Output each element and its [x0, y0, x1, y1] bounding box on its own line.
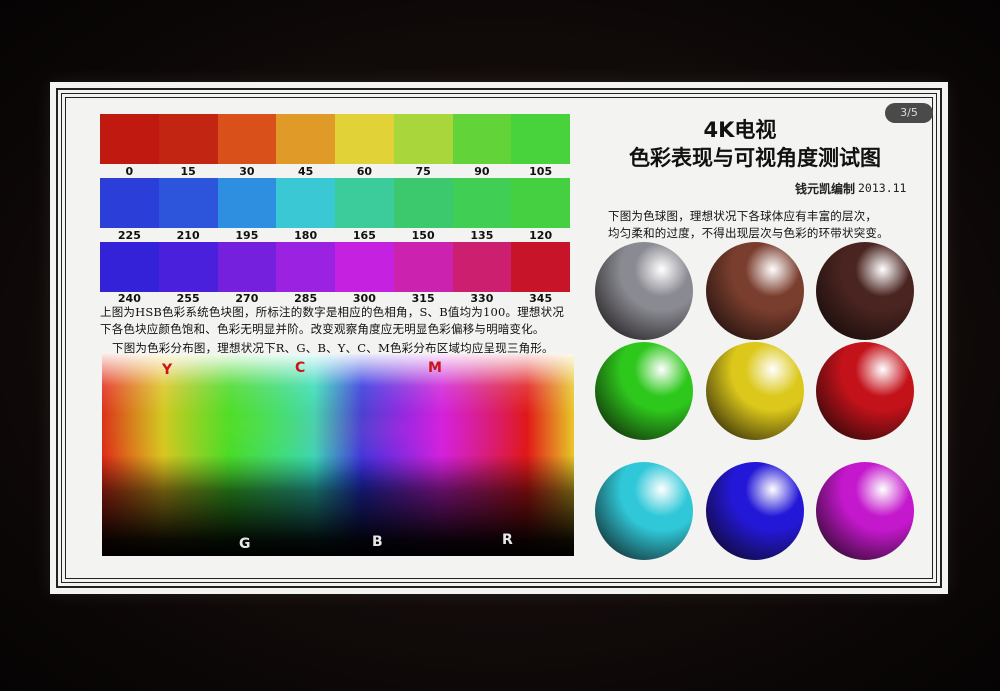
- hue-swatch: [511, 114, 570, 164]
- hue-angle-label: 120: [529, 229, 553, 242]
- hue-angle-label: 30: [239, 165, 255, 178]
- hue-swatch: [452, 242, 512, 292]
- hue-swatch: [511, 242, 570, 292]
- hue-swatch: [511, 178, 570, 228]
- sphere-red: [816, 342, 914, 440]
- hue-labels-1: 0 15 30 45 60 75 90 105: [100, 165, 570, 178]
- hue-row-2: [100, 178, 570, 228]
- hue-swatch: [100, 242, 159, 292]
- hue-labels-2: 225 210 195 180 165 150 135 120: [100, 229, 570, 242]
- hsb-description: 上图为HSB色彩系统色块图，所标注的数字是相应的色相角，S、B值均为100。理想…: [100, 304, 564, 338]
- hue-row-3: [100, 242, 570, 292]
- hue-swatch: [393, 114, 453, 164]
- label-yellow: Y: [162, 362, 173, 378]
- sphere-blue: [706, 462, 804, 560]
- hue-angle-label: 75: [415, 165, 431, 178]
- hue-angle-label: 195: [235, 229, 259, 242]
- hue-angle-label: 180: [294, 229, 318, 242]
- hue-angle-label: 0: [125, 165, 134, 178]
- sphere-magenta: [816, 462, 914, 560]
- chart-date: 2013.11: [858, 181, 907, 195]
- sphere-gray: [595, 242, 693, 340]
- hue-swatch: [158, 242, 218, 292]
- hue-swatch: [393, 242, 453, 292]
- hue-swatch: [393, 178, 453, 228]
- hue-swatch: [276, 114, 335, 164]
- sphere-dark-brown: [816, 242, 914, 340]
- color-distribution-chart: Y C M G B R: [102, 354, 574, 556]
- hsb-description-line-1: 上图为HSB色彩系统色块图，所标注的数字是相应的色相角，S、B值均为100。理想…: [100, 305, 565, 319]
- test-chart-screen: 0 15 30 45 60 75 90 105 225 210 195 180 165 150 135 12…: [50, 82, 948, 594]
- hue-swatch: [335, 242, 394, 292]
- label-blue: B: [372, 534, 383, 550]
- hue-swatch: [100, 114, 159, 164]
- sphere-brown: [706, 242, 804, 340]
- chart-title-line-2: 色彩表现与可视角度测试图: [629, 146, 881, 170]
- hue-swatch: [217, 178, 277, 228]
- hue-swatch: [158, 114, 218, 164]
- author-credit: 钱元凯编制: [795, 182, 856, 196]
- hue-swatch: [217, 242, 277, 292]
- label-green: G: [239, 536, 251, 552]
- hsb-description-line-2: 下各色块应颜色饱和、色彩无明显并阶。改变观察角度应无明显色彩偏移与明暗变化。: [100, 322, 545, 336]
- hue-swatch: [158, 178, 218, 228]
- hue-swatch: [335, 114, 394, 164]
- hue-swatch: [276, 242, 335, 292]
- hue-angle-label: 45: [297, 165, 314, 178]
- hue-swatch: [217, 114, 277, 164]
- sphere-cyan: [595, 462, 693, 560]
- hue-row-1: [100, 114, 570, 164]
- sphere-description: 下图为色球图，理想状况下各球体应有丰富的层次， 均匀柔和的过度，不得出现层次与色…: [608, 208, 889, 242]
- sphere-green: [595, 342, 693, 440]
- hue-swatch: [335, 178, 394, 228]
- hue-swatch: [276, 178, 335, 228]
- sphere-description-line-1: 下图为色球图，理想状况下各球体应有丰富的层次，: [608, 209, 878, 223]
- sphere-yellow: [706, 342, 804, 440]
- page-indicator-badge: 3/5: [885, 103, 933, 123]
- hue-swatch: [452, 178, 512, 228]
- label-cyan: C: [295, 360, 306, 376]
- hue-angle-label: 150: [411, 229, 435, 242]
- hue-angle-label: 225: [117, 229, 141, 242]
- label-red: R: [502, 532, 513, 548]
- chart-title-line-1: 4K电视: [703, 118, 777, 142]
- hue-angle-label: 105: [529, 165, 553, 178]
- sphere-description-line-2: 均匀柔和的过度，不得出现层次与色彩的环带状突变。: [608, 226, 889, 240]
- hue-swatch: [452, 114, 512, 164]
- hue-angle-label: 165: [352, 229, 376, 242]
- hue-angle-label: 60: [356, 165, 373, 178]
- label-magenta: M: [428, 360, 442, 376]
- hue-angle-label: 15: [180, 165, 196, 178]
- hue-angle-label: 135: [470, 229, 494, 242]
- hue-swatch: [100, 178, 159, 228]
- hue-angle-label: 90: [474, 165, 490, 178]
- hue-angle-label: 210: [176, 229, 200, 242]
